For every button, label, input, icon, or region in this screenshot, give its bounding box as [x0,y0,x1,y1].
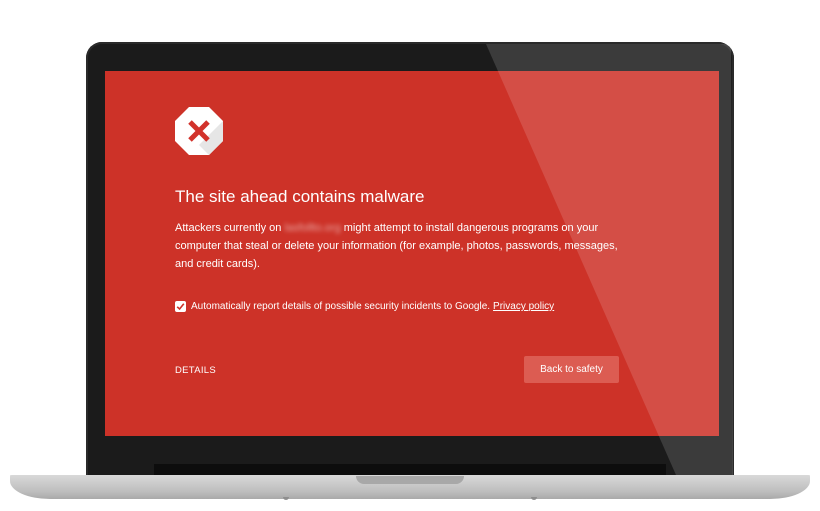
report-checkbox[interactable] [175,301,186,312]
laptop-notch [356,476,464,484]
malware-stop-icon [175,107,223,155]
laptop-foot [531,497,537,500]
malware-warning-page: The site ahead contains malware Attacker… [105,71,719,436]
laptop-mockup: The site ahead contains malware Attacker… [0,0,820,511]
back-to-safety-button[interactable]: Back to safety [524,356,619,383]
checkmark-icon [176,303,185,311]
details-link[interactable]: DETAILS [175,365,216,376]
report-checkbox-label: Automatically report details of possible… [191,301,491,312]
warning-description: Attackers currently on lasfollto.org mig… [175,219,635,273]
laptop-foot [283,497,289,500]
page-title: The site ahead contains malware [175,187,425,206]
report-checkbox-row: Automatically report details of possible… [175,301,554,312]
privacy-policy-link[interactable]: Privacy policy [493,301,554,312]
blurred-domain: lasfollto.org [284,222,341,234]
description-text-before: Attackers currently on [175,222,282,234]
